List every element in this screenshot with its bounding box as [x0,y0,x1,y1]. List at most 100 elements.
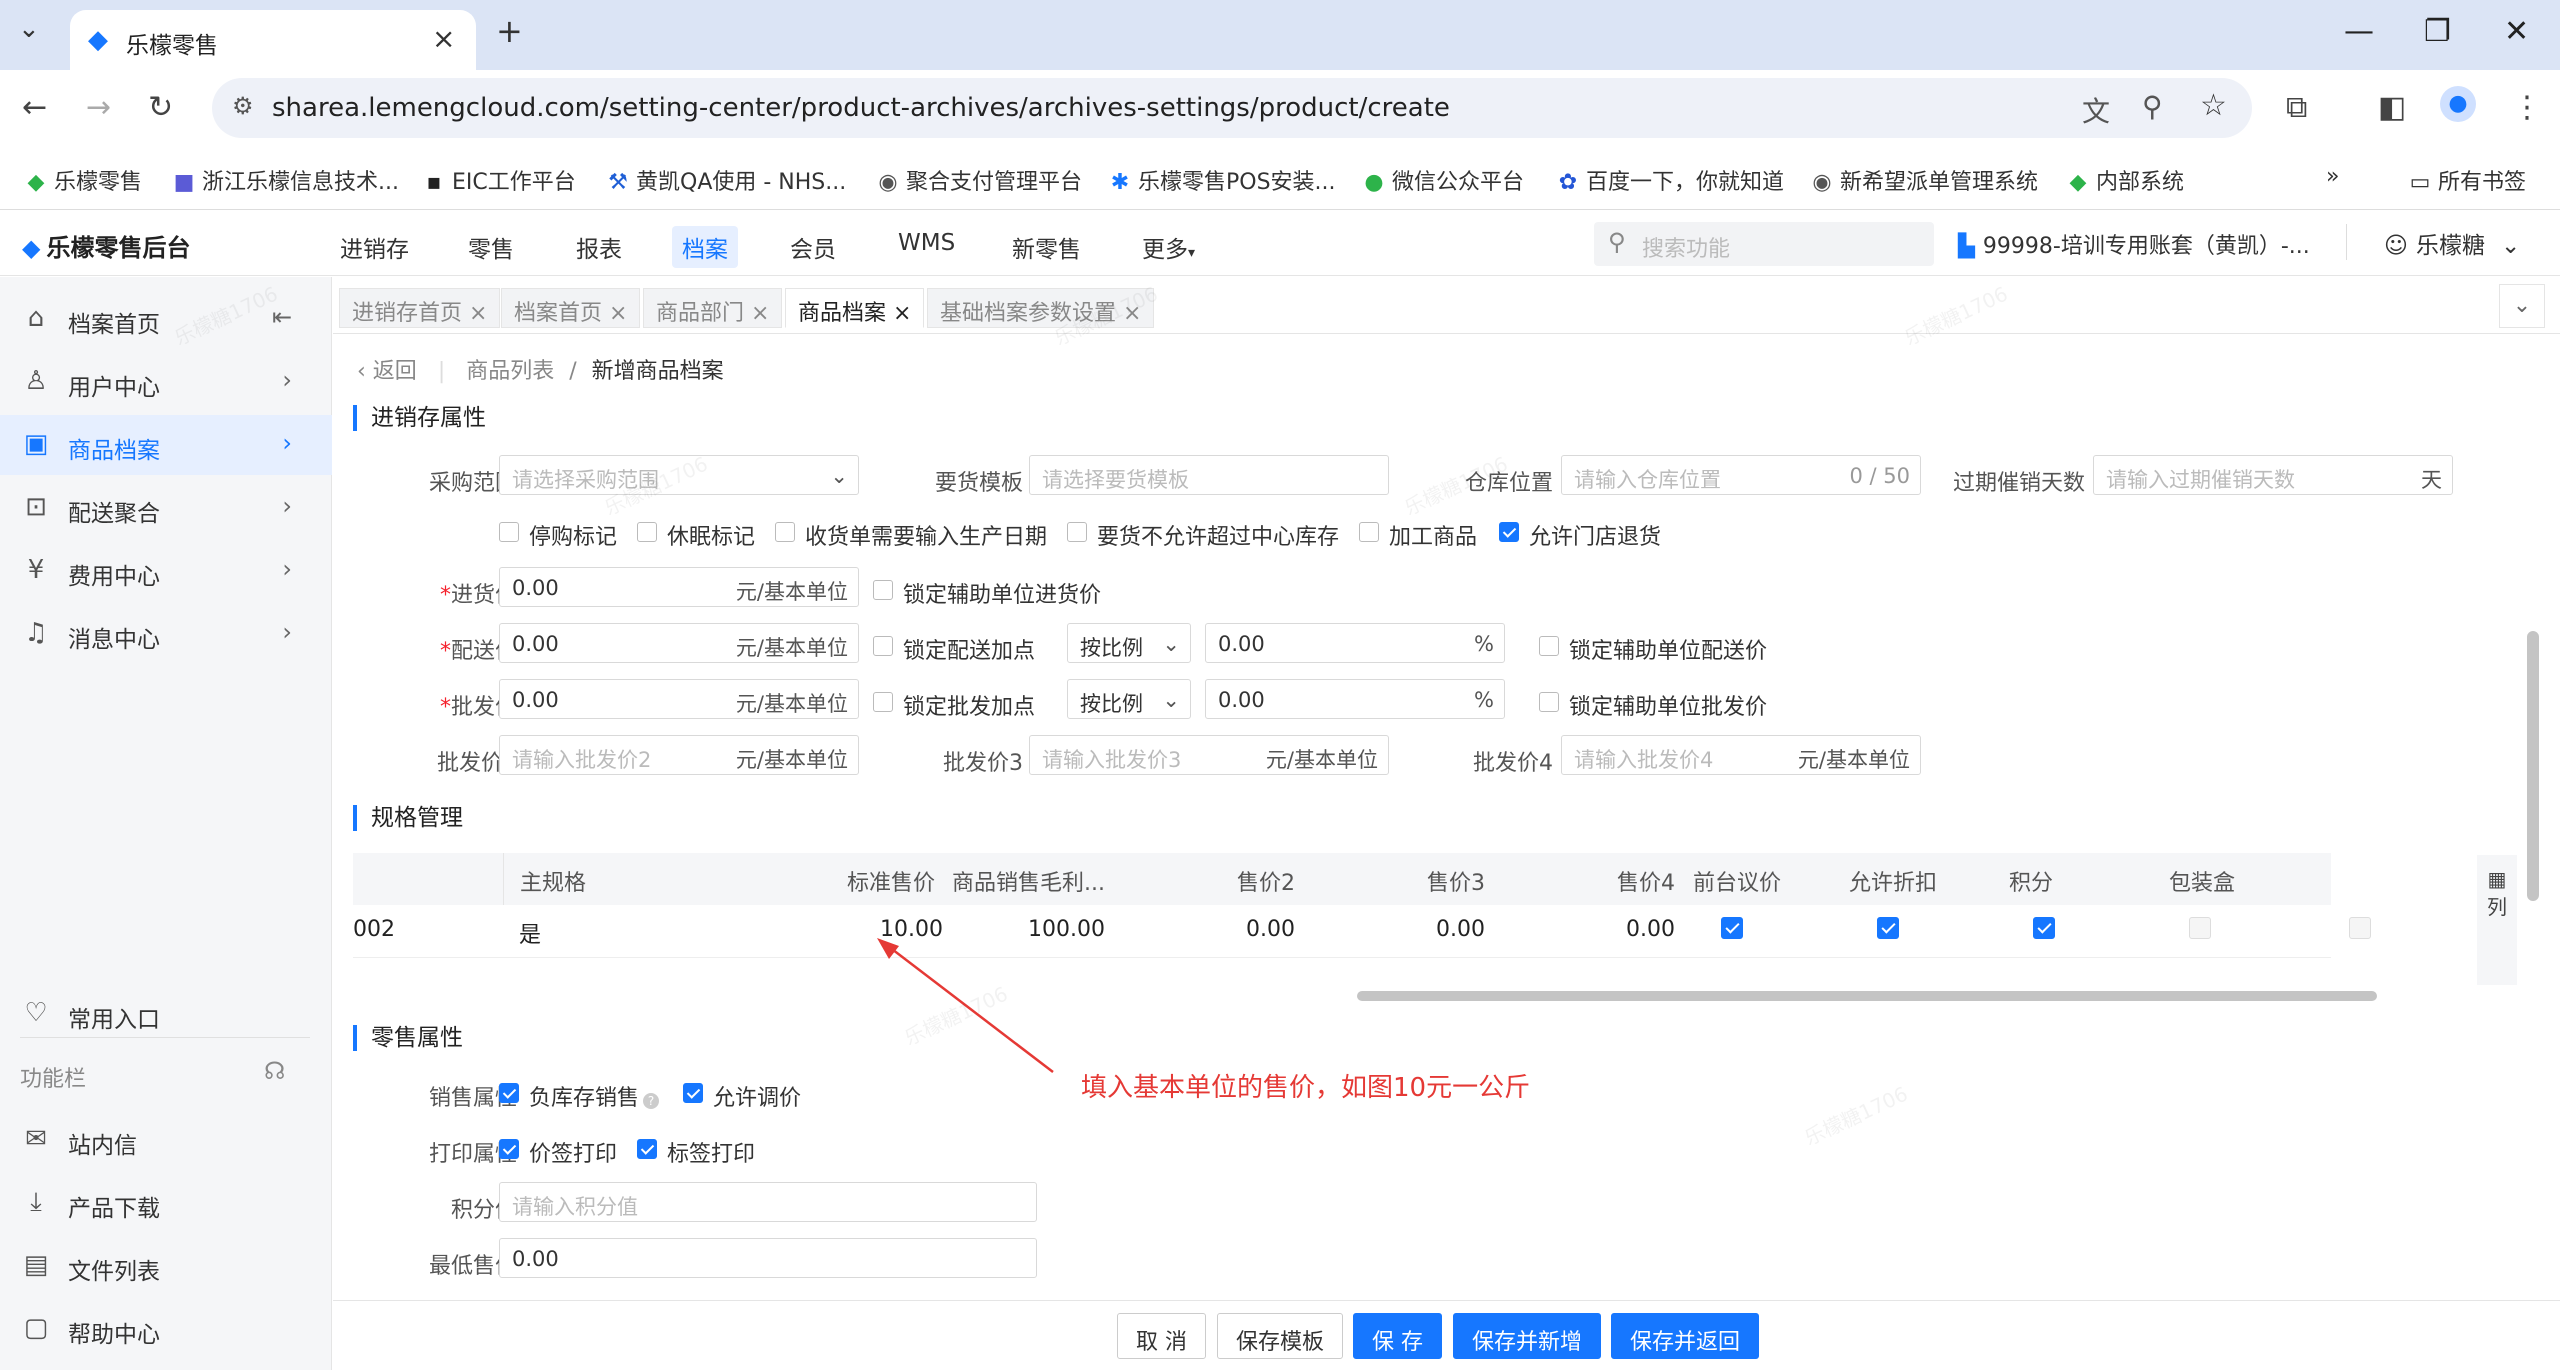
allow-discount-checkbox[interactable] [1877,917,1899,939]
bookmark-item[interactable]: ◆ 乐檬零售 [24,164,142,196]
delivery-icon: ⊡ [25,492,47,522]
sidebar-item-help[interactable]: ▢ 帮助中心 [0,1299,332,1359]
sidebar-item-files[interactable]: ▤ 文件列表 [0,1236,332,1296]
price-tag-print-checkbox[interactable]: 价签打印 [499,1136,617,1168]
sidebar: ⌂ 档案首页 ⇤ ♙ 用户中心 › ▣ 商品档案 › ⊡ 配送聚合 › ¥ 费用中心 › ♫ 消息中心… [0,277,332,1370]
bookmark-item[interactable]: ▪ EIC工作平台 [422,164,576,196]
zoom-icon[interactable]: ⚲ [2142,90,2163,123]
app-logo: ◆ 乐檬零售后台 [22,234,191,262]
expire-days-input[interactable]: 请输入过期催销天数天 [2093,455,2453,495]
forward-icon[interactable]: → [86,90,111,125]
back-icon[interactable]: ← [22,90,47,125]
close-tab-icon[interactable]: × [432,22,455,55]
minimize-icon[interactable]: — [2344,14,2374,49]
table-header: 包装盒 [2169,853,2269,905]
bookmarks-overflow-icon[interactable]: » [2326,164,2339,189]
restore-icon[interactable]: ❐ [2424,14,2451,49]
page-tab[interactable]: 档案首页 × [501,288,641,328]
menu-item-active[interactable]: 档案 [672,226,738,268]
bookmark-item[interactable]: ◉ 聚合支付管理平台 [876,164,1082,196]
headset-icon[interactable]: ☊ [264,1057,285,1085]
main-content: ‹ 返回 | 商品列表 / 新增商品档案 进销存属性 采购范围 请选择采购范围 ⌄… [333,335,2560,1300]
sidebar-item-message[interactable]: ♫ 消息中心 › [0,604,332,664]
help-icon: ▢ [23,1313,49,1343]
bookmark-item[interactable]: ⚒ 黄凯QA使用 - NHS... [606,164,846,196]
more-menu-icon[interactable]: ⋮ [2512,90,2542,125]
reload-icon[interactable]: ↻ [148,90,173,125]
sidebar-common-entry[interactable]: ♡ 常用入口 [0,984,332,1044]
profile-avatar[interactable]: ● [2440,86,2476,122]
negative-stock-checkbox[interactable]: 负库存销售? [499,1080,660,1112]
package-box-checkbox[interactable] [2189,917,2211,939]
menu-item-more[interactable]: 更多▾ [1132,226,1205,268]
column-settings-button[interactable]: ▦ 列 [2477,855,2517,985]
site-info-icon[interactable]: ⚙ [232,92,254,120]
bookmark-item[interactable]: ✱ 乐檬零售POS安装... [1108,164,1336,196]
menu-item[interactable]: 进销存 [330,226,419,268]
collapse-sidebar-icon[interactable]: ⇤ [272,303,292,331]
allow-adjust-price-checkbox[interactable]: 允许调价 [683,1080,801,1112]
menu-item[interactable]: WMS [888,226,965,260]
cancel-button[interactable]: 取 消 [1117,1313,1206,1359]
bookmark-item[interactable]: ◆ 内部系统 [2066,164,2184,196]
table-header [2327,853,2331,905]
page-tab[interactable]: 基础档案参数设置 × [927,288,1155,328]
bookmarks-bar: ◆ 乐檬零售 ■ 浙江乐檬信息技术... ▪ EIC工作平台 ⚒ 黄凯QA使用 - NH… [0,150,2560,210]
min-price-input[interactable]: 0.00 [499,1238,1037,1278]
building-icon: ▙ [1958,234,1975,259]
bookmark-item[interactable]: ■ 浙江乐檬信息技术... [172,164,399,196]
points-checkbox[interactable] [2033,917,2055,939]
page-tab[interactable]: 进销存首页 × [339,288,501,328]
points-input[interactable]: 请输入积分值 [499,1182,1037,1222]
home-icon: ⌂ [27,303,45,333]
sidebar-item-inbox[interactable]: ✉ 站内信 [0,1110,332,1170]
logo-icon: ◆ [22,234,41,262]
user-menu[interactable]: ☺ 乐檬糖 ⌄ [2384,226,2520,260]
sidebar-item-delivery[interactable]: ⊡ 配送聚合 › [0,478,332,538]
function-search-input[interactable]: ⚲ 搜索功能 [1594,222,1934,266]
bell-icon: ♫ [24,618,48,648]
sidepanel-icon[interactable]: ◧ [2378,90,2406,125]
sidebar-item-product-archive[interactable]: ▣ 商品档案 › [0,415,332,475]
menu-item[interactable]: 报表 [566,226,632,268]
sidebar-item-user-center[interactable]: ♙ 用户中心 › [0,352,332,412]
table-header: 允许折扣 [1849,853,1999,905]
menu-item[interactable]: 零售 [458,226,524,268]
sidebar-item-expense[interactable]: ¥ 费用中心 › [0,541,332,601]
stop-sale-checkbox[interactable] [2349,917,2371,939]
page-tab[interactable]: 商品部门 × [643,288,783,328]
menu-item[interactable]: 会员 [780,226,846,268]
bookmark-item[interactable]: ● 微信公众平台 [1362,164,1524,196]
account-switcher[interactable]: ▙ 99998-培训专用账套（黄凯）-... [1958,228,2310,260]
browser-tab[interactable]: ◆ 乐檬零售 × [70,10,476,70]
mail-icon: ✉ [25,1124,47,1154]
bookmark-item[interactable]: ◉ 新希望派单管理系统 [1810,164,2038,196]
chevron-right-icon: › [282,555,292,583]
all-bookmarks[interactable]: ▭ 所有书签 [2408,164,2526,196]
page-tab-active[interactable]: 商品档案 × [785,288,925,328]
save-and-new-button[interactable]: 保存并新增 [1453,1313,1602,1359]
url-field[interactable]: ⚙ sharea.lemengcloud.com/setting-center/… [212,78,2252,138]
tabs-dropdown-icon[interactable]: ⌄ [2499,284,2545,328]
product-icon: ▣ [23,429,49,459]
tab-list-icon[interactable]: ⌄ [18,14,40,44]
bookmark-star-icon[interactable]: ☆ [2200,88,2227,123]
new-tab-icon[interactable]: + [496,12,523,50]
content-vertical-scrollbar[interactable] [2527,631,2539,901]
label-print-checkbox[interactable]: 标签打印 [637,1136,755,1168]
sidebar-item-download[interactable]: ⤓ 产品下载 [0,1173,332,1233]
save-and-return-button[interactable]: 保存并返回 [1611,1313,1760,1359]
bookmark-item[interactable]: ✿ 百度一下，你就知道 [1556,164,1784,196]
close-window-icon[interactable]: ✕ [2504,14,2529,49]
bargain-checkbox[interactable] [1721,917,1743,939]
expire-days-label: 过期催销天数 [1952,471,2085,496]
extensions-icon[interactable]: ⧉ [2286,90,2307,125]
sidebar-item-archive-home[interactable]: ⌂ 档案首页 ⇤ [0,289,332,349]
save-template-button[interactable]: 保存模板 [1217,1313,1344,1359]
translate-icon[interactable]: 文 [2082,90,2110,130]
save-button[interactable]: 保 存 [1353,1313,1442,1359]
annotation-arrow [877,938,1054,1073]
menu-item[interactable]: 新零售 [1002,226,1091,268]
user-avatar: ☺ [2384,233,2408,259]
section-title: 零售属性 [353,1025,463,1051]
